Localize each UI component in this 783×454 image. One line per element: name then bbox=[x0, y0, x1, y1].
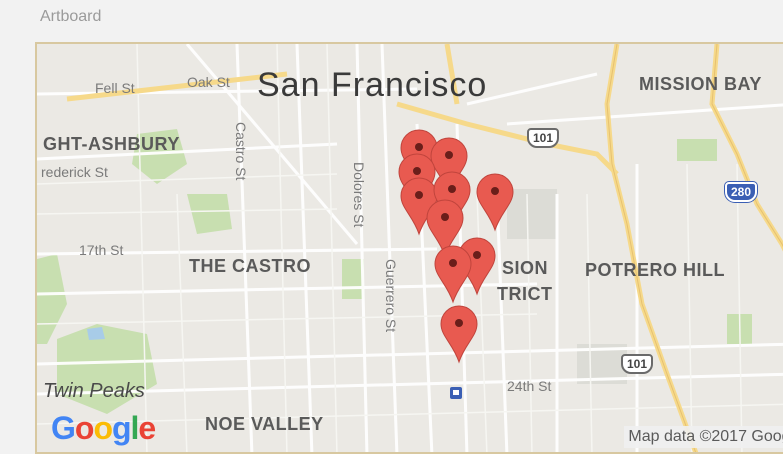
street-label-fell: Fell St bbox=[95, 80, 135, 96]
map-pin[interactable] bbox=[475, 172, 515, 232]
highway-shield-101-north: 101 bbox=[527, 128, 560, 148]
highway-shield-280: 280 bbox=[725, 182, 758, 202]
neighborhood-label-castro: THE CASTRO bbox=[189, 256, 311, 276]
map-attribution[interactable]: Map data ©2017 Google bbox=[624, 426, 783, 448]
map-view[interactable]: Fell St Oak St San Francisco MISSION BAY… bbox=[35, 42, 783, 454]
artboard-label: Artboard bbox=[40, 8, 102, 25]
neighborhood-label-potrero-hill: POTRERO HILL bbox=[585, 260, 725, 280]
neighborhood-label-mission: SION bbox=[502, 258, 549, 278]
neighborhood-label-noe-valley: NOE VALLEY bbox=[205, 414, 324, 434]
map-pin[interactable] bbox=[439, 304, 479, 364]
city-label: San Francisco bbox=[257, 66, 488, 104]
google-logo: Google bbox=[51, 410, 156, 446]
street-label-oak: Oak St bbox=[187, 74, 230, 90]
street-label-24th: 24th St bbox=[507, 378, 552, 394]
street-label-guerrero: Guerrero St bbox=[383, 259, 399, 333]
street-label-dolores: Dolores St bbox=[351, 162, 367, 228]
neighborhood-label-mission-bay: MISSION BAY bbox=[639, 74, 762, 94]
neighborhood-label-mission-district: TRICT bbox=[497, 284, 553, 304]
highway-shield-101-south: 101 bbox=[621, 354, 654, 374]
landmark-label-twin-peaks: Twin Peaks bbox=[43, 380, 145, 402]
street-label-castro: Castro St bbox=[233, 122, 249, 181]
map-base-layer bbox=[37, 44, 783, 452]
neighborhood-label-haight-ashbury: GHT-ASHBURY bbox=[43, 134, 180, 154]
street-label-frederick: rederick St bbox=[41, 164, 108, 180]
map-pin[interactable] bbox=[433, 244, 473, 304]
street-label-17th: 17th St bbox=[79, 242, 124, 258]
